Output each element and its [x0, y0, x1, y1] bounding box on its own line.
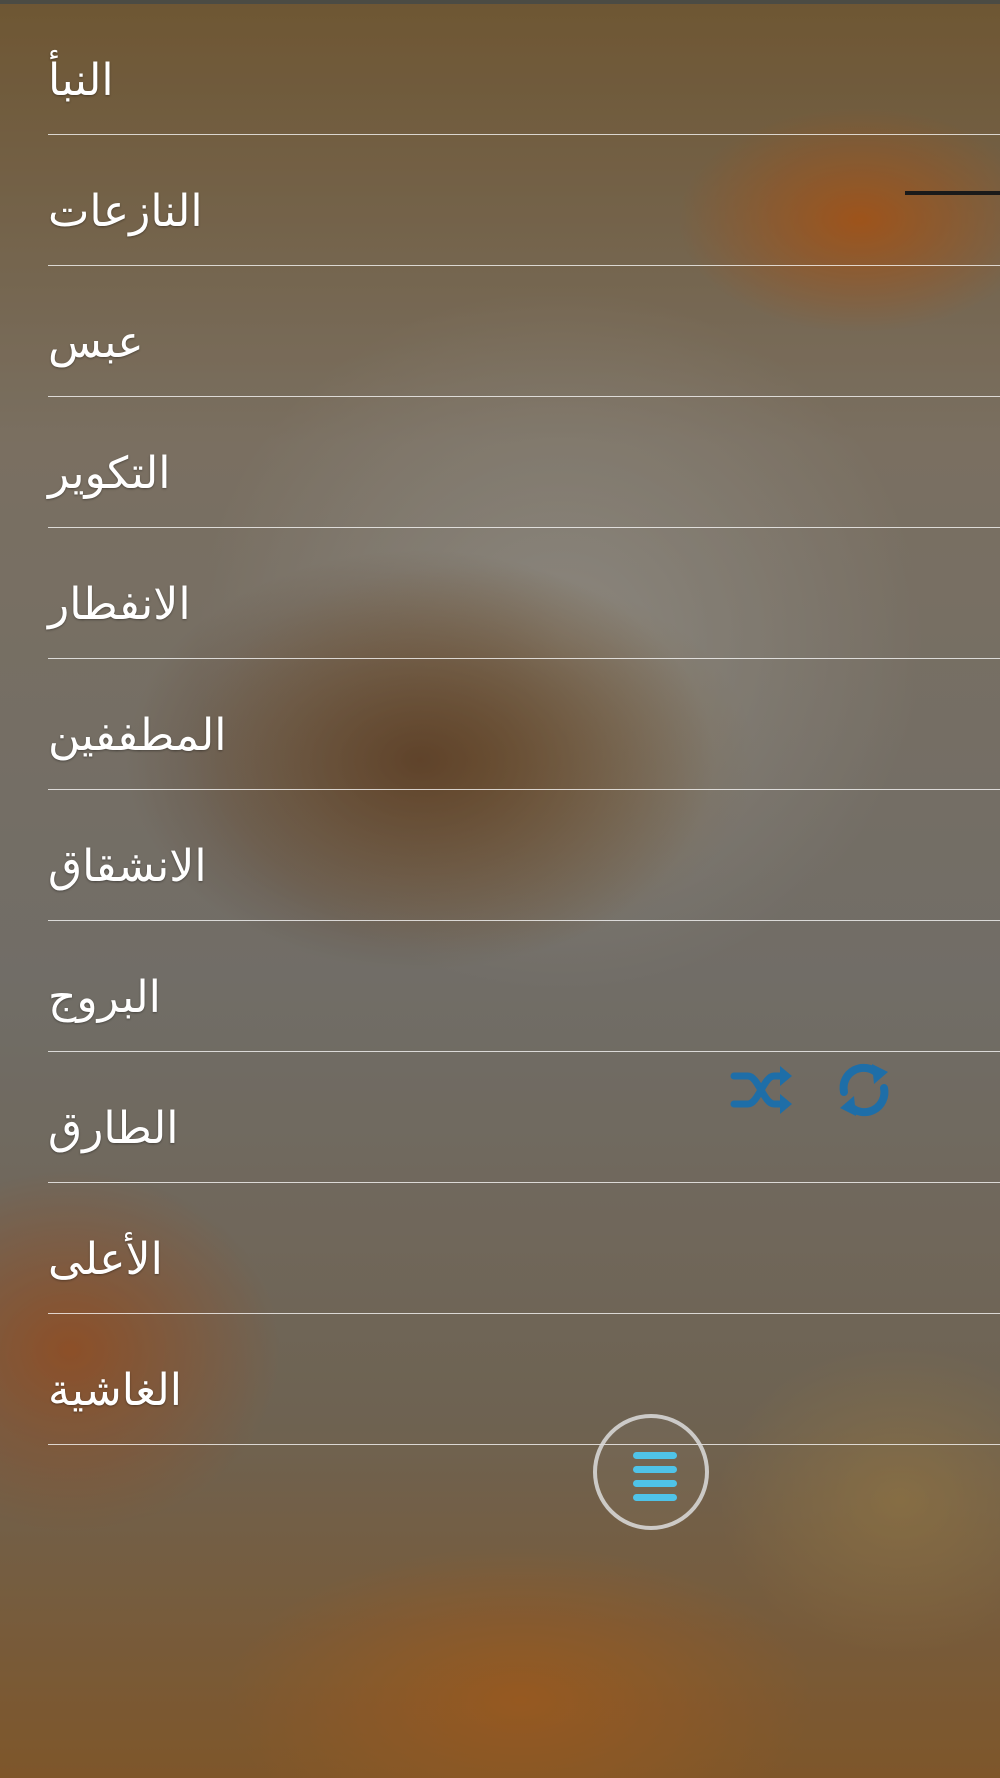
repeat-icon — [839, 1063, 889, 1117]
surah-name: النازعات — [48, 186, 203, 237]
surah-name: الغاشية — [48, 1365, 182, 1416]
shuffle-button[interactable] — [730, 1058, 794, 1122]
surah-list-item[interactable]: الانفطار — [48, 528, 1000, 659]
surah-list-item[interactable]: النازعات — [48, 135, 1000, 266]
surah-name: الانفطار — [48, 579, 191, 630]
menu-icon — [633, 1452, 677, 1501]
shuffle-icon — [730, 1066, 792, 1114]
surah-list-item[interactable]: الغاشية — [48, 1314, 1000, 1445]
surah-name: التكوير — [48, 448, 171, 499]
surah-list: النبأ النازعات عبس التكوير الانفطار المط… — [48, 4, 1000, 1445]
surah-list-item[interactable]: المطففين — [48, 659, 1000, 790]
menu-button[interactable] — [593, 1414, 709, 1530]
surah-name: البروج — [48, 972, 161, 1023]
surah-name: الأعلى — [48, 1234, 163, 1285]
surah-name: الانشقاق — [48, 841, 207, 892]
surah-name: عبس — [48, 317, 144, 368]
surah-name: الطارق — [48, 1103, 179, 1154]
surah-name: المطففين — [48, 710, 227, 761]
surah-list-item[interactable]: الأعلى — [48, 1183, 1000, 1314]
surah-list-item[interactable]: عبس — [48, 266, 1000, 397]
surah-list-item[interactable]: النبأ — [48, 4, 1000, 135]
surah-name: النبأ — [48, 55, 114, 106]
surah-list-item[interactable]: التكوير — [48, 397, 1000, 528]
surah-list-item[interactable]: الانشقاق — [48, 790, 1000, 921]
surah-list-item[interactable]: البروج — [48, 921, 1000, 1052]
repeat-button[interactable] — [832, 1058, 896, 1122]
